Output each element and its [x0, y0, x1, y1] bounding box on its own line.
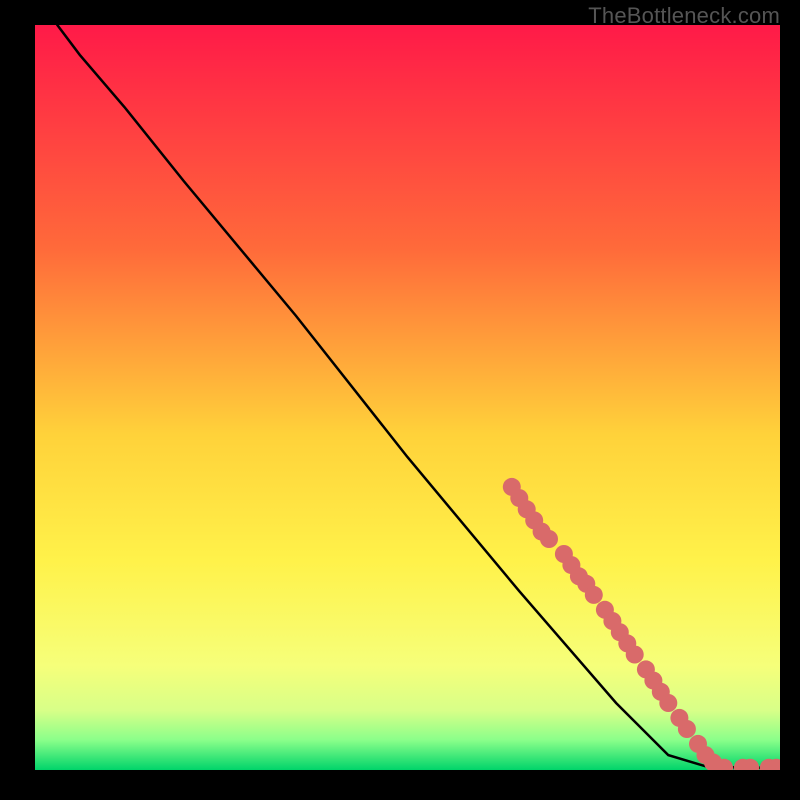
- data-point: [659, 694, 677, 712]
- data-point: [626, 646, 644, 664]
- chart-frame: { "attribution": "TheBottleneck.com", "c…: [0, 0, 800, 800]
- chart-svg: [35, 25, 780, 770]
- data-point: [540, 530, 558, 548]
- plot-area: [35, 25, 780, 770]
- data-point: [585, 586, 603, 604]
- data-point: [678, 720, 696, 738]
